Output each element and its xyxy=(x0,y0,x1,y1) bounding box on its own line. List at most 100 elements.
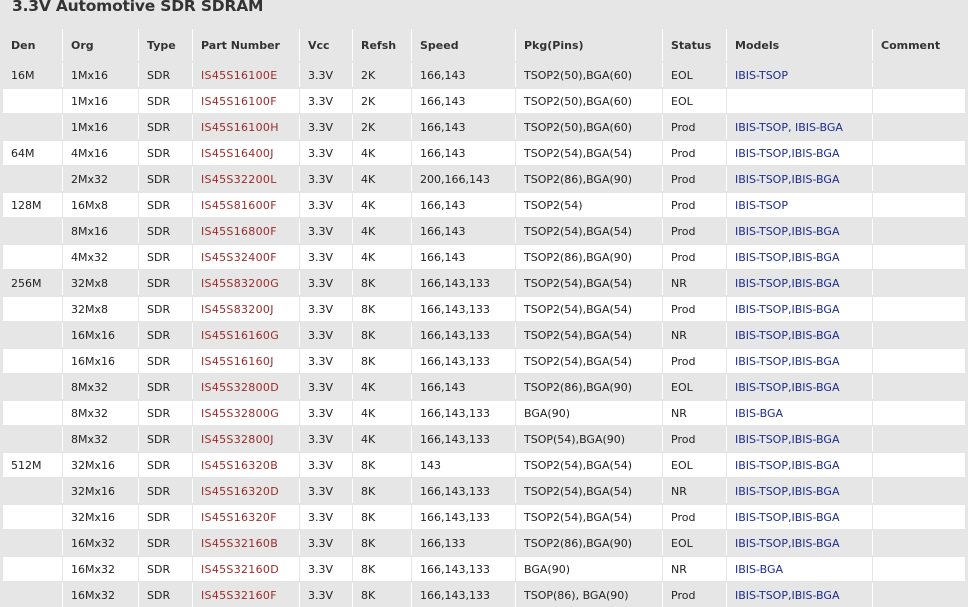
part-number-link[interactable]: IS45S16320D xyxy=(201,485,279,498)
part-number-link[interactable]: IS45S16320F xyxy=(201,511,277,524)
cell-den: 512M xyxy=(11,458,42,472)
table-cell xyxy=(873,167,965,191)
cell-vcc: 3.3V xyxy=(308,302,334,316)
cell-refsh: 4K xyxy=(361,172,376,186)
part-number-link[interactable]: IS45S16100H xyxy=(201,121,279,134)
cell-refsh: 8K xyxy=(361,458,376,472)
models-link[interactable]: IBIS-TSOP,IBIS-BGA xyxy=(735,537,839,550)
table-row: 4Mx32 SDR IS45S32400F 3.3V 4K 166,143 TSOP2(86… xyxy=(3,245,965,269)
cell-refsh: 8K xyxy=(361,588,376,602)
models-link[interactable]: IBIS-TSOP,IBIS-BGA xyxy=(735,303,839,316)
models-link[interactable]: IBIS-TSOP,IBIS-BGA xyxy=(735,251,839,264)
table-cell: Prod xyxy=(663,583,727,607)
table-cell xyxy=(873,323,965,347)
table-cell: 200,166,143 xyxy=(412,167,516,191)
table-cell: IS45S32160D xyxy=(193,557,300,581)
cell-org: 2Mx32 xyxy=(71,172,108,186)
part-number-link[interactable]: IS45S81600F xyxy=(201,199,277,212)
table-cell: 1Mx16 xyxy=(63,63,139,87)
part-number-link[interactable]: IS45S32160F xyxy=(201,589,277,602)
table-cell: Prod xyxy=(663,115,727,139)
cell-vcc: 3.3V xyxy=(308,328,334,342)
table-cell: SDR xyxy=(139,531,193,555)
table-cell: IS45S81600F xyxy=(193,193,300,217)
table-cell: IS45S32800J xyxy=(193,427,300,451)
column-header-part-number: Part Number xyxy=(193,29,300,61)
models-link[interactable]: IBIS-TSOP,IBIS-BGA xyxy=(735,589,839,602)
models-link[interactable]: IBIS-TSOP,IBIS-BGA xyxy=(735,147,839,160)
models-link[interactable]: IBIS-TSOP,IBIS-BGA xyxy=(735,381,839,394)
part-number-link[interactable]: IS45S16160J xyxy=(201,355,274,368)
models-link[interactable]: IBIS-TSOP, IBIS-BGA xyxy=(735,121,843,134)
table-cell: EOL xyxy=(663,531,727,555)
cell-org: 16Mx8 xyxy=(71,198,108,212)
table-cell: TSOP2(86),BGA(90) xyxy=(516,375,663,399)
cell-vcc: 3.3V xyxy=(308,510,334,524)
part-number-link[interactable]: IS45S32400F xyxy=(201,251,277,264)
part-number-link[interactable]: IS45S16100F xyxy=(201,95,277,108)
table-row: 128M 16Mx8 SDR IS45S81600F 3.3V 4K 166,143 TSOP… xyxy=(3,193,965,217)
cell-refsh: 4K xyxy=(361,380,376,394)
table-cell: 166,143,133 xyxy=(412,323,516,347)
models-link[interactable]: IBIS-TSOP,IBIS-BGA xyxy=(735,459,839,472)
table-cell xyxy=(3,557,63,581)
table-cell: 3.3V xyxy=(300,141,353,165)
table-cell: TSOP2(54),BGA(54) xyxy=(516,349,663,373)
table-row: 2Mx32 SDR IS45S32200L 3.3V 4K 200,166,143 TSOP… xyxy=(3,167,965,191)
table-cell: 16Mx8 xyxy=(63,193,139,217)
part-number-link[interactable]: IS45S32800J xyxy=(201,433,274,446)
cell-org: 1Mx16 xyxy=(71,120,108,134)
part-number-link[interactable]: IS45S32800D xyxy=(201,381,279,394)
cell-org: 16Mx32 xyxy=(71,536,115,550)
cell-status: NR xyxy=(671,406,687,420)
part-number-link[interactable]: IS45S16400J xyxy=(201,147,274,160)
models-link[interactable]: IBIS-TSOP,IBIS-BGA xyxy=(735,433,839,446)
table-cell: BGA(90) xyxy=(516,557,663,581)
models-link[interactable]: IBIS-TSOP,IBIS-BGA xyxy=(735,511,839,524)
table-cell: Prod xyxy=(663,167,727,191)
models-link[interactable]: IBIS-TSOP,IBIS-BGA xyxy=(735,329,839,342)
table-cell: SDR xyxy=(139,505,193,529)
table-cell: 16M xyxy=(3,63,63,87)
part-number-link[interactable]: IS45S16100E xyxy=(201,69,277,82)
models-link[interactable]: IBIS-TSOP,IBIS-BGA xyxy=(735,355,839,368)
models-link[interactable]: IBIS-TSOP,IBIS-BGA xyxy=(735,173,839,186)
table-cell: 4K xyxy=(353,375,412,399)
table-cell xyxy=(873,479,965,503)
models-link[interactable]: IBIS-TSOP,IBIS-BGA xyxy=(735,277,839,290)
table-cell: 3.3V xyxy=(300,427,353,451)
cell-pkg: BGA(90) xyxy=(524,406,570,420)
table-cell: 166,143,133 xyxy=(412,583,516,607)
table-cell xyxy=(873,271,965,295)
table-cell xyxy=(873,505,965,529)
table-cell: 8K xyxy=(353,271,412,295)
table-cell: 3.3V xyxy=(300,479,353,503)
models-link[interactable]: IBIS-TSOP xyxy=(735,69,788,82)
part-number-link[interactable]: IS45S16800F xyxy=(201,225,277,238)
part-number-link[interactable]: IS45S83200J xyxy=(201,303,274,316)
part-number-link[interactable]: IS45S16320B xyxy=(201,459,278,472)
part-number-link[interactable]: IS45S32200L xyxy=(201,173,277,186)
cell-org: 16Mx16 xyxy=(71,354,115,368)
table-cell: IS45S32160B xyxy=(193,531,300,555)
models-link[interactable]: IBIS-BGA xyxy=(735,407,783,420)
cell-status: NR xyxy=(671,484,687,498)
models-link[interactable]: IBIS-TSOP,IBIS-BGA xyxy=(735,225,839,238)
table-cell: IS45S32400F xyxy=(193,245,300,269)
table-cell: 16Mx32 xyxy=(63,583,139,607)
cell-status: Prod xyxy=(671,250,696,264)
table-cell: 166,133 xyxy=(412,531,516,555)
part-number-link[interactable]: IS45S16160G xyxy=(201,329,279,342)
part-number-link[interactable]: IS45S32800G xyxy=(201,407,279,420)
part-number-link[interactable]: IS45S32160D xyxy=(201,563,279,576)
table-cell xyxy=(3,167,63,191)
table-cell: SDR xyxy=(139,557,193,581)
cell-type: SDR xyxy=(147,536,171,550)
models-link[interactable]: IBIS-TSOP,IBIS-BGA xyxy=(735,485,839,498)
table-cell: IBIS-TSOP,IBIS-BGA xyxy=(727,167,873,191)
models-link[interactable]: IBIS-TSOP xyxy=(735,199,788,212)
table-row: 16Mx16 SDR IS45S16160J 3.3V 8K 166,143,133 TSO… xyxy=(3,349,965,373)
part-number-link[interactable]: IS45S83200G xyxy=(201,277,279,290)
part-number-link[interactable]: IS45S32160B xyxy=(201,537,278,550)
models-link[interactable]: IBIS-BGA xyxy=(735,563,783,576)
